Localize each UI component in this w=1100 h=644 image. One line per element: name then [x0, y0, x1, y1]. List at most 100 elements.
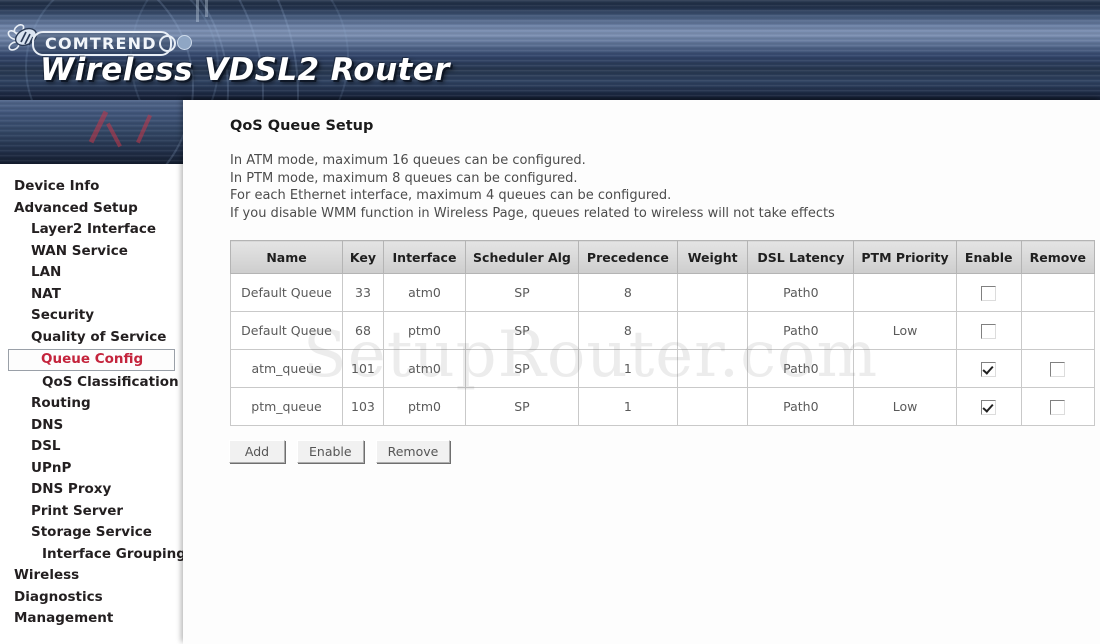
column-header-interface: Interface [382, 240, 467, 274]
column-header-remove: Remove [1020, 240, 1096, 274]
table-row: atm_queue 101 atm0 SP 1 Path0 [229, 349, 1096, 388]
description-line: For each Ethernet interface, maximum 4 q… [230, 188, 672, 203]
enable-checkbox[interactable] [981, 399, 997, 415]
column-header-key: Key [342, 240, 384, 274]
cell-interface: ptm0 [382, 311, 467, 350]
cell-key: 101 [342, 349, 384, 388]
cell-ptm-priority [853, 349, 957, 388]
description-block: In ATM mode, maximum 16 queues can be co… [230, 152, 1060, 222]
cell-weight [676, 387, 749, 426]
qos-queue-table: Name Key Interface Scheduler Alg Precedence W… [229, 240, 1096, 426]
cell-precedence: 8 [577, 273, 678, 312]
cell-name: atm_queue [229, 349, 344, 388]
column-header-enable: Enable [955, 240, 1022, 274]
remove-checkbox[interactable] [1050, 361, 1066, 377]
table-body: Default Queue 33 atm0 SP 8 Path0 Default Queue… [229, 273, 1096, 426]
cell-enable [955, 311, 1022, 350]
sidebar-item-security[interactable]: Security [0, 305, 183, 327]
header-banner-extension [0, 100, 183, 164]
cell-scheduler-alg: SP [465, 387, 579, 426]
decorative-streak [106, 122, 122, 148]
column-header-precedence: Precedence [577, 240, 678, 274]
remove-checkbox[interactable] [1050, 399, 1066, 415]
table-row: Default Queue 68 ptm0 SP 8 Path0 Low [229, 311, 1096, 350]
cell-dsl-latency: Path0 [747, 311, 855, 350]
sidebar-item-dns-proxy[interactable]: DNS Proxy [0, 479, 183, 501]
add-button[interactable]: Add [229, 440, 285, 463]
page-title: QoS Queue Setup [230, 118, 374, 134]
cell-remove [1020, 273, 1096, 312]
table-row: Default Queue 33 atm0 SP 8 Path0 [229, 273, 1096, 312]
cell-dsl-latency: Path0 [747, 387, 855, 426]
product-title: Wireless VDSL2 Router [40, 52, 450, 88]
cell-dsl-latency: Path0 [747, 273, 855, 312]
sidebar-item-lan[interactable]: LAN [0, 262, 183, 284]
sidebar-item-advanced-setup[interactable]: Advanced Setup [0, 198, 183, 220]
column-header-ptm-priority: PTM Priority [853, 240, 957, 274]
column-header-weight: Weight [676, 240, 749, 274]
cell-interface: atm0 [382, 273, 467, 312]
sidebar-item-wan-service[interactable]: WAN Service [0, 241, 183, 263]
cell-weight [676, 311, 749, 350]
decorative-ring [0, 100, 183, 164]
sidebar-item-print-server[interactable]: Print Server [0, 501, 183, 523]
enable-checkbox[interactable] [981, 323, 997, 339]
cell-ptm-priority: Low [853, 311, 957, 350]
cell-remove [1020, 311, 1096, 350]
sidebar-item-diagnostics[interactable]: Diagnostics [0, 587, 183, 609]
sidebar-item-upnp[interactable]: UPnP [0, 458, 183, 480]
decorative-streak [88, 110, 109, 144]
action-button-row: Add Enable Remove [229, 440, 451, 463]
cell-precedence: 1 [577, 349, 678, 388]
comtrend-logo-text: COMTREND [45, 33, 157, 53]
sidebar-item-dns[interactable]: DNS [0, 415, 183, 437]
cell-enable [955, 387, 1022, 426]
cell-key: 103 [342, 387, 384, 426]
cell-name: ptm_queue [229, 387, 344, 426]
enable-button[interactable]: Enable [297, 440, 364, 463]
cell-name: Default Queue [229, 311, 344, 350]
enable-checkbox[interactable] [981, 285, 997, 301]
table-header-row: Name Key Interface Scheduler Alg Precedence W… [229, 240, 1096, 274]
cell-weight [676, 349, 749, 388]
cell-ptm-priority: Low [853, 387, 957, 426]
table-row: ptm_queue 103 ptm0 SP 1 Path0 Low [229, 387, 1096, 426]
sidebar-item-routing[interactable]: Routing [0, 393, 183, 415]
cell-remove [1020, 349, 1096, 388]
cell-interface: ptm0 [382, 387, 467, 426]
cell-key: 68 [342, 311, 384, 350]
sidebar-item-layer2-interface[interactable]: Layer2 Interface [0, 219, 183, 241]
cell-precedence: 8 [577, 311, 678, 350]
sidebar-item-qos-classification[interactable]: QoS Classification [0, 372, 183, 394]
cell-interface: atm0 [382, 349, 467, 388]
sidebar-item-nat[interactable]: NAT [0, 284, 183, 306]
sidebar-item-wireless[interactable]: Wireless [0, 565, 183, 587]
enable-checkbox[interactable] [981, 361, 997, 377]
remove-button[interactable]: Remove [375, 440, 451, 463]
sidebar-nav: Device Info Advanced Setup Layer2 Interfac… [0, 164, 186, 644]
logo-circle-filled-icon [177, 35, 192, 50]
sidebar-item-device-info[interactable]: Device Info [0, 176, 183, 198]
sidebar-item-interface-grouping[interactable]: Interface Grouping [0, 544, 186, 566]
cell-remove [1020, 387, 1096, 426]
sidebar-item-management[interactable]: Management [0, 608, 183, 630]
sidebar-item-quality-of-service[interactable]: Quality of Service [0, 327, 183, 349]
logo-circle-outline-icon [159, 35, 176, 52]
sidebar-item-dsl[interactable]: DSL [0, 436, 183, 458]
description-line: In PTM mode, maximum 8 queues can be con… [230, 170, 578, 186]
cell-key: 33 [342, 273, 384, 312]
sidebar-item-storage-service[interactable]: Storage Service [0, 522, 183, 544]
table-header: Name Key Interface Scheduler Alg Precedence W… [229, 240, 1096, 274]
cell-enable [955, 349, 1022, 388]
sidebar-item-queue-config[interactable]: Queue Config [8, 349, 175, 371]
decorative-bar [196, 0, 199, 22]
decorative-streak [136, 114, 152, 144]
cell-scheduler-alg: SP [465, 349, 579, 388]
decorative-bar [205, 0, 208, 17]
cell-name: Default Queue [229, 273, 344, 312]
cell-enable [955, 273, 1022, 312]
column-header-dsl-latency: DSL Latency [747, 240, 855, 274]
cell-ptm-priority [853, 273, 957, 312]
cell-dsl-latency: Path0 [747, 349, 855, 388]
column-header-name: Name [229, 240, 344, 274]
